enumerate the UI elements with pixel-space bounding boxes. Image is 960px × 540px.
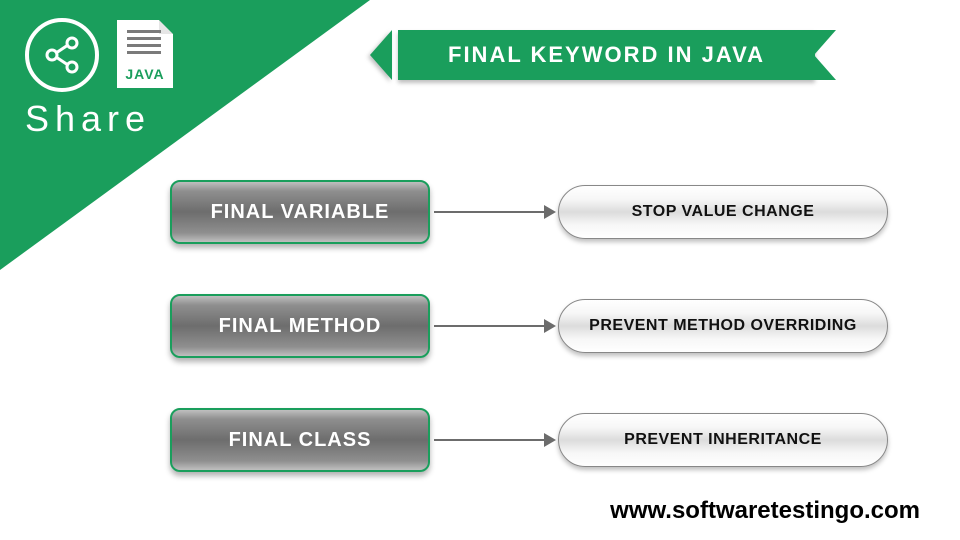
arrow-icon <box>434 439 554 441</box>
share-label: Share <box>25 98 173 140</box>
box-final-class: FINAL CLASS <box>170 408 430 472</box>
share-icon <box>25 18 99 92</box>
box-final-method: FINAL METHOD <box>170 294 430 358</box>
pill-prevent-inheritance: PREVENT INHERITANCE <box>558 413 888 467</box>
row-final-class: FINAL CLASS PREVENT INHERITANCE <box>170 408 910 472</box>
title-banner: FINAL KEYWORD IN JAVA <box>370 30 845 80</box>
pill-prevent-method-overriding: PREVENT METHOD OVERRIDING <box>558 299 888 353</box>
row-final-variable: FINAL VARIABLE STOP VALUE CHANGE <box>170 180 910 244</box>
pill-stop-value-change: STOP VALUE CHANGE <box>558 185 888 239</box>
page-title: FINAL KEYWORD IN JAVA <box>398 30 815 80</box>
java-doc-icon: JAVA <box>117 20 173 88</box>
content-rows: FINAL VARIABLE STOP VALUE CHANGE FINAL M… <box>170 180 910 522</box>
arrow-icon <box>434 325 554 327</box>
row-final-method: FINAL METHOD PREVENT METHOD OVERRIDING <box>170 294 910 358</box>
box-final-variable: FINAL VARIABLE <box>170 180 430 244</box>
share-block: JAVA Share <box>25 18 173 140</box>
arrow-icon <box>434 211 554 213</box>
footer-url: www.softwaretestingo.com <box>610 497 920 525</box>
doc-label: JAVA <box>117 66 173 82</box>
